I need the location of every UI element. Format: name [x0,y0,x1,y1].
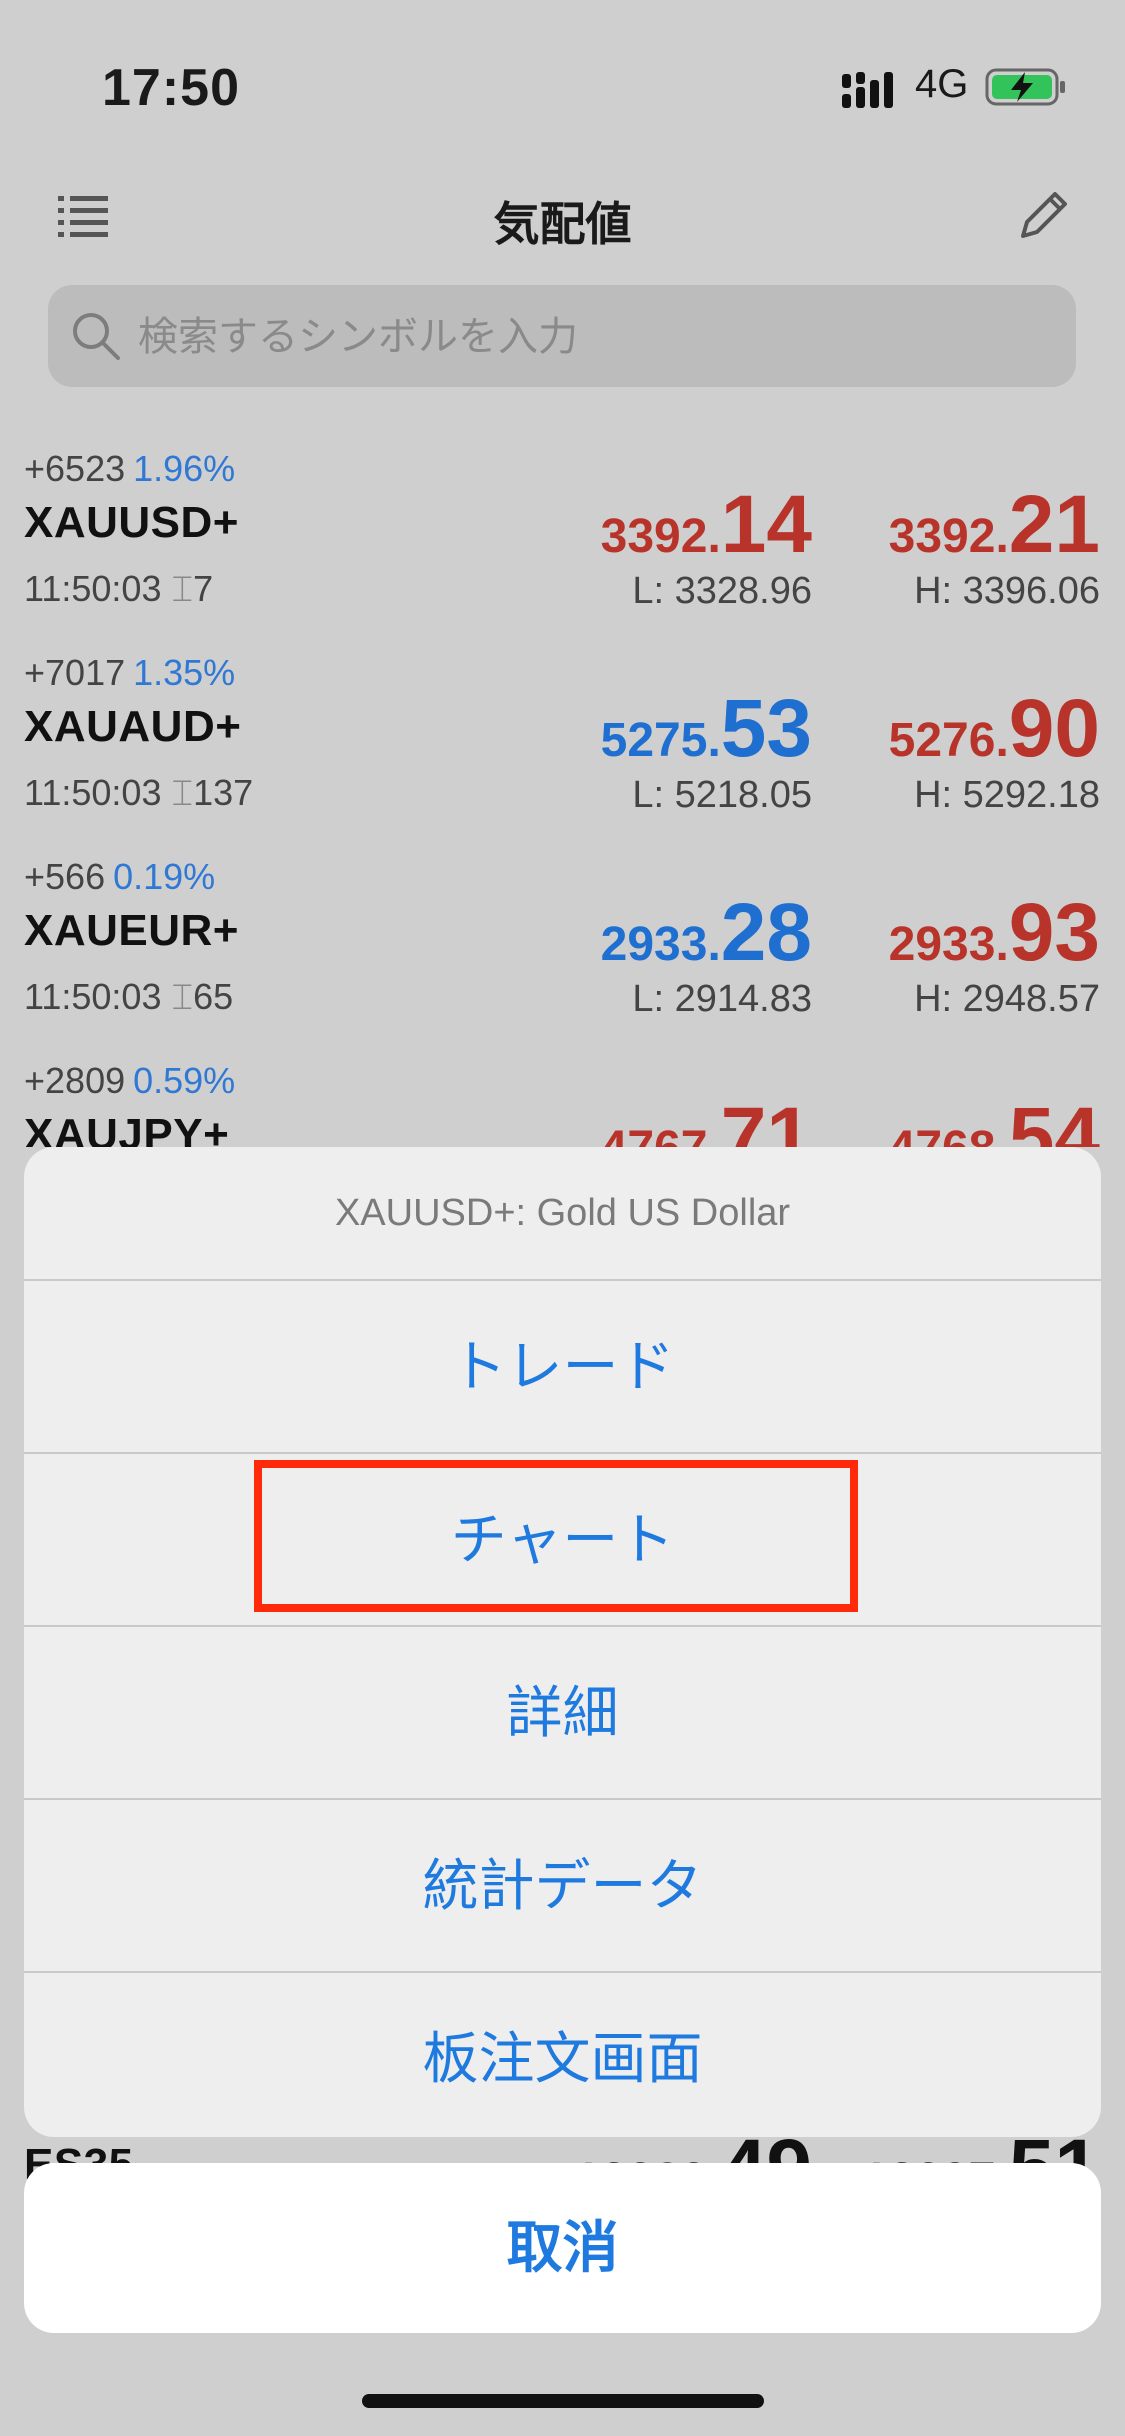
quote-row[interactable]: +6523 1.96% XAUUSD+ 11:50:03 ⌶7 3392.14 3… [0,448,1125,652]
search-bar[interactable] [48,285,1076,389]
change-percent: 1.35% [133,652,236,693]
high-price: H: 2948.57 [914,978,1100,1020]
spread-icon: ⌶ [171,568,194,609]
statistics-option[interactable]: 統計データ [24,1800,1101,1973]
cancel-button[interactable]: 取消 [24,2163,1101,2333]
change-points: +6523 [24,448,126,489]
quote-row[interactable]: +7017 1.35% XAUAUD+ 11:50:03 ⌶137 5275.53… [0,652,1125,856]
change-points: +566 [24,856,106,897]
symbol-name: XAUJPY+ [24,1110,230,1147]
action-sheet: XAUUSD+: Gold US Dollar トレード チャート 詳細 統計デ… [24,1147,1101,2137]
symbol-name: XAUAUD+ [24,702,242,751]
bid-price: 5275.53 [600,683,812,774]
ask-price: 3392.21 [888,479,1100,570]
spread-value: 65 [193,976,234,1017]
spread-icon: ⌶ [171,772,194,813]
pencil-icon[interactable] [1015,188,1071,244]
chart-option[interactable]: チャート [24,1454,1101,1627]
status-bar: 17:50 4G [0,0,1125,170]
change-points: +7017 [24,652,126,693]
quote-row[interactable]: +566 0.19% XAUEUR+ 11:50:03 ⌶65 2933.28 2… [0,856,1125,1060]
quote-time: 11:50:03 [24,772,162,813]
symbol-name: XAUEUR+ [24,906,239,955]
low-price: L: 2914.83 [632,978,812,1020]
change-points: +2809 [24,1060,126,1101]
trade-option[interactable]: トレード [24,1281,1101,1454]
change-percent: 0.59% [133,1060,236,1101]
details-option[interactable]: 詳細 [24,1627,1101,1800]
page-title: 気配値 [493,198,632,250]
spread-icon: ⌶ [171,976,194,1017]
change-percent: 0.19% [113,856,216,897]
ask-price: 5276.90 [888,683,1100,774]
nav-bar: 気配値 [0,170,1125,270]
bid-price: 3392.14 [600,479,812,570]
depth-of-market-option[interactable]: 板注文画面 [24,1973,1101,2137]
high-price: H: 5292.18 [914,774,1100,816]
status-time: 17:50 [102,59,240,117]
bid-price: 4767.71 [601,1091,812,1147]
ask-price: 2933.93 [888,887,1100,978]
home-indicator[interactable] [362,2394,764,2408]
chart-option-label: チャート [450,1508,675,1571]
network-type: 4G [915,62,969,106]
ask-price: 4768.54 [889,1091,1100,1147]
spread-value: 7 [193,568,214,609]
quote-time: 11:50:03 [24,976,162,1017]
low-price: L: 5218.05 [632,774,812,816]
search-icon [73,313,120,360]
search-input[interactable] [136,285,1040,389]
quote-row[interactable]: +28090.59% XAUJPY+ 4767.71 4768.54 [0,1060,1125,1147]
quote-time: 11:50:03 [24,568,162,609]
low-price: L: 3328.96 [632,570,812,612]
high-price: H: 3396.06 [914,570,1100,612]
signal-icon [842,72,893,108]
symbol-name: XAUUSD+ [24,498,239,547]
change-percent: 1.96% [133,448,236,489]
action-sheet-title: XAUUSD+: Gold US Dollar [24,1147,1101,1281]
bid-price: 2933.28 [600,887,812,978]
battery-charging-icon [985,68,1065,106]
spread-value: 137 [193,772,254,813]
